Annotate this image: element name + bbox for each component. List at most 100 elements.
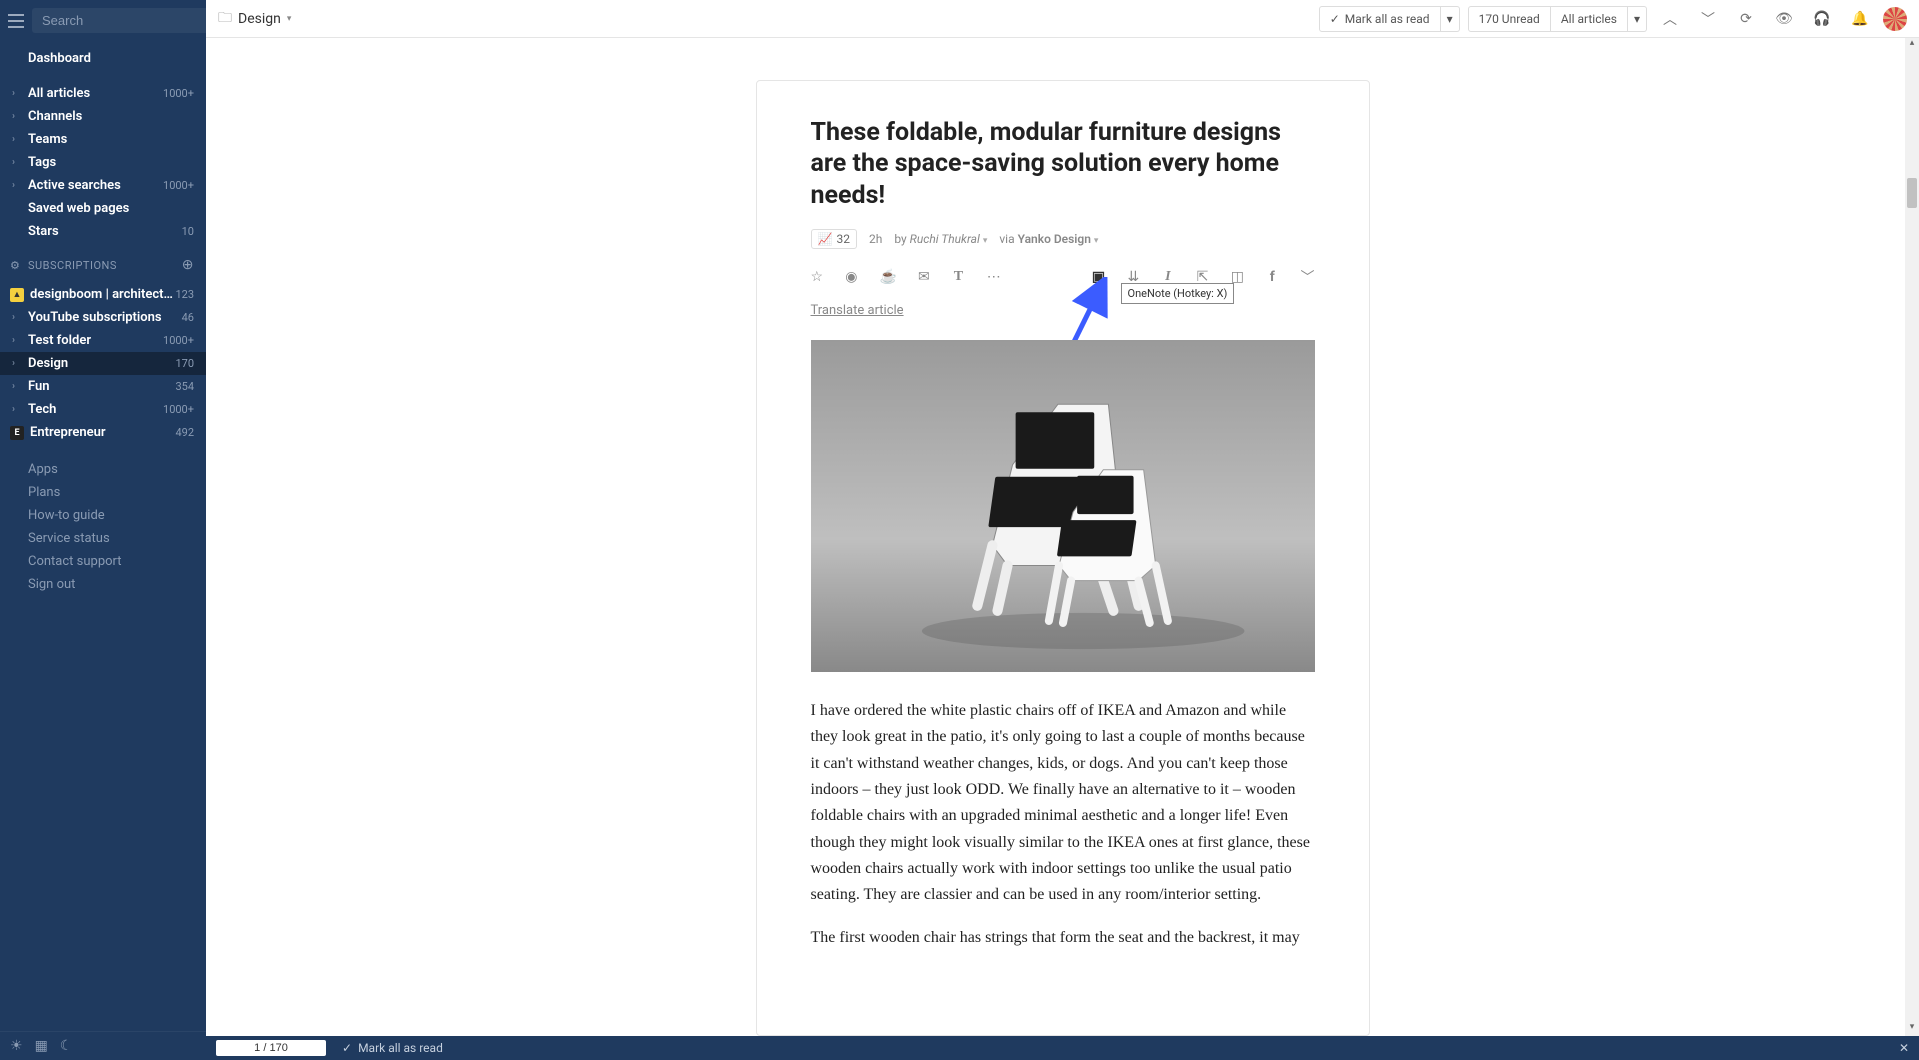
subscriptions-header: ⚙ SUBSCRIPTIONS ⊕	[0, 249, 206, 277]
filter-label: All articles	[1561, 12, 1617, 26]
subscription-label: YouTube subscriptions	[28, 310, 182, 325]
chevron-down-icon[interactable]: ▾	[983, 236, 988, 246]
subscription-count: 123	[175, 288, 194, 301]
chevron-down-icon[interactable]: ▾	[1094, 236, 1099, 246]
read-toggle-icon[interactable]: ◉	[845, 269, 858, 285]
chevron-right-icon: ›	[12, 335, 15, 346]
mark-all-dropdown[interactable]: ▾	[1441, 6, 1460, 32]
unread-count-button[interactable]: 170 Unread	[1468, 6, 1551, 32]
prev-article-button[interactable]: ︿	[1655, 4, 1685, 34]
folder-icon: 🗀	[218, 7, 232, 31]
article-age: 2h	[869, 232, 882, 246]
trend-badge[interactable]: 📈 32	[811, 229, 857, 249]
expand-icon[interactable]: ﹀	[1301, 267, 1315, 287]
star-icon[interactable]: ☆	[811, 269, 824, 285]
add-subscription-button[interactable]: ⊕	[182, 257, 194, 273]
sidebar-bottom-bar: ☀ ▦ ☾	[0, 1031, 206, 1060]
breadcrumb[interactable]: 🗀 Design ▾	[218, 7, 291, 31]
bottom-bar: ✓ Mark all as read ✕	[206, 1036, 1919, 1060]
chevron-down-icon: ▾	[287, 14, 292, 24]
user-avatar[interactable]	[1883, 7, 1907, 31]
subscription-item[interactable]: EEntrepreneur492	[0, 421, 206, 444]
text-icon[interactable]: T	[952, 269, 965, 285]
search-input[interactable]	[32, 8, 228, 33]
nav-label: Dashboard	[28, 51, 194, 66]
more-icon[interactable]: ⋯	[987, 269, 1001, 285]
scroll-down-arrow[interactable]: ▾	[1905, 1022, 1919, 1036]
filter-button[interactable]: All articles	[1551, 6, 1628, 32]
subscription-count: 492	[175, 426, 194, 439]
nav-label: Stars	[28, 224, 182, 239]
source-link[interactable]: Yanko Design	[1018, 232, 1091, 246]
scrollbar-thumb[interactable]	[1907, 178, 1917, 208]
footer-link[interactable]: Contact support	[0, 550, 206, 573]
author-link[interactable]: Ruchi Thukral	[910, 232, 980, 246]
nav-item[interactable]: ›Teams	[0, 128, 206, 151]
email-icon[interactable]: ✉	[918, 269, 931, 285]
page-input[interactable]	[216, 1040, 326, 1056]
next-article-button[interactable]: ﹀	[1693, 4, 1723, 34]
content-scroll[interactable]: These foldable, modular furniture design…	[206, 38, 1919, 1036]
facebook-icon[interactable]: f	[1266, 269, 1279, 285]
subscription-count: 354	[175, 380, 194, 393]
nav-item[interactable]: Stars10	[0, 220, 206, 243]
translate-link[interactable]: Translate article	[811, 303, 904, 318]
subscription-item[interactable]: ▲designboom | architecture & …123	[0, 283, 206, 306]
nav-item[interactable]: ›Channels	[0, 105, 206, 128]
read-later-icon[interactable]: ☕	[880, 269, 896, 285]
eye-icon[interactable]: 👁	[1769, 4, 1799, 34]
article-via: via Yanko Design ▾	[999, 232, 1098, 246]
scroll-up-arrow[interactable]: ▴	[1905, 38, 1919, 52]
refresh-button[interactable]: ⟳	[1731, 4, 1761, 34]
action-toolbar: ☆ ◉ ☕ ✉ T ⋯ ▣ ⇊ I ⇱ ◫ f ﹀ OneNote (Hotke…	[811, 267, 1315, 287]
nav-item[interactable]: Saved web pages	[0, 197, 206, 220]
filter-dropdown[interactable]: ▾	[1628, 6, 1647, 32]
subscription-item[interactable]: ›YouTube subscriptions46	[0, 306, 206, 329]
filter-group: 170 Unread All articles ▾	[1468, 6, 1647, 32]
close-bar-button[interactable]: ✕	[1899, 1041, 1909, 1055]
trend-count: 32	[836, 232, 850, 246]
breadcrumb-label: Design	[238, 11, 281, 27]
chevron-right-icon: ›	[12, 381, 15, 392]
headphones-icon[interactable]: 🎧	[1807, 4, 1837, 34]
hamburger-menu-button[interactable]	[8, 11, 24, 31]
chevron-right-icon: ›	[12, 134, 15, 145]
subscription-label: Entrepreneur	[30, 425, 175, 440]
scrollbar[interactable]: ▴ ▾	[1905, 38, 1919, 1036]
subscription-count: 46	[182, 311, 194, 324]
mark-all-read-button[interactable]: ✓ Mark all as read	[1319, 6, 1441, 32]
article-card: These foldable, modular furniture design…	[756, 80, 1370, 1036]
nav-item[interactable]: ›Tags	[0, 151, 206, 174]
footer-link[interactable]: How-to guide	[0, 504, 206, 527]
unread-label: 170 Unread	[1479, 12, 1540, 26]
article-body: I have ordered the white plastic chairs …	[811, 698, 1315, 952]
nav-count: 10	[182, 225, 194, 238]
footer-link[interactable]: Service status	[0, 527, 206, 550]
article-title: These foldable, modular furniture design…	[811, 117, 1315, 211]
nav-item[interactable]: ›Active searches1000+	[0, 174, 206, 197]
subscription-label: Design	[28, 356, 175, 371]
nav-item[interactable]: ›All articles1000+	[0, 82, 206, 105]
nav-label: Tags	[28, 155, 194, 170]
subscription-item[interactable]: ›Tech1000+	[0, 398, 206, 421]
chevron-right-icon: ›	[12, 404, 15, 415]
footer-link[interactable]: Sign out	[0, 573, 206, 596]
subscription-item[interactable]: ›Fun354	[0, 375, 206, 398]
dark-theme-icon[interactable]: ☾	[60, 1038, 73, 1054]
light-theme-icon[interactable]: ☀	[10, 1038, 23, 1054]
onenote-icon[interactable]: ▣	[1092, 269, 1105, 285]
footer-link[interactable]: Apps	[0, 458, 206, 481]
subscription-label: Test folder	[28, 333, 163, 348]
gear-icon[interactable]: ⚙	[10, 259, 20, 272]
mark-all-read-group: ✓ Mark all as read ▾	[1319, 6, 1460, 32]
sidebar: Dashboard ›All articles1000+›Channels›Te…	[0, 0, 206, 1060]
subscription-item[interactable]: ›Design170	[0, 352, 206, 375]
mark-all-read-bottom[interactable]: ✓ Mark all as read	[342, 1041, 443, 1055]
article-byline: by Ruchi Thukral ▾	[894, 232, 987, 246]
footer-link[interactable]: Plans	[0, 481, 206, 504]
nav-dashboard[interactable]: Dashboard	[0, 47, 206, 70]
notifications-icon[interactable]: 🔔	[1845, 4, 1875, 34]
article-image	[811, 340, 1315, 672]
subscription-item[interactable]: ›Test folder1000+	[0, 329, 206, 352]
grid-icon[interactable]: ▦	[35, 1038, 48, 1054]
